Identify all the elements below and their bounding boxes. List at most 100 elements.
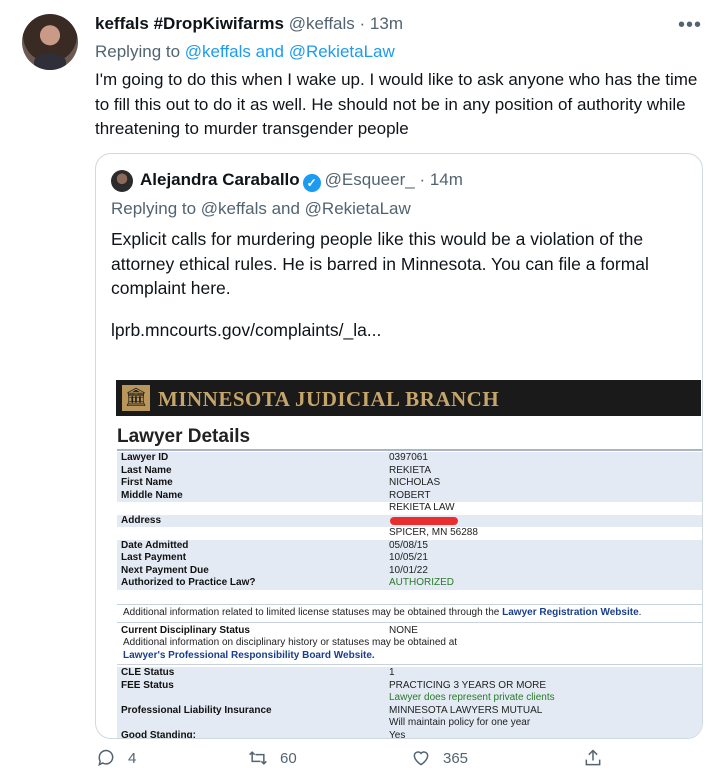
detail-row: First Name NICHOLAS xyxy=(117,477,702,490)
divider xyxy=(117,664,702,665)
detail-value: ROBERT xyxy=(389,489,431,501)
authorized-label: Authorized to Practice Law? xyxy=(121,577,256,588)
lawyer-details-table: Lawyer ID 0397061 Last Name REKIETA First … xyxy=(117,452,702,739)
banner-title: MINNESOTA JUDICIAL BRANCH xyxy=(158,387,500,411)
insurance-label: Professional Liability Insurance xyxy=(121,704,272,716)
detail-label: Last Payment xyxy=(121,552,187,563)
tweet-actions: 4 60 365 xyxy=(0,748,723,772)
replying-users-link[interactable]: @keffals and @RekietaLaw xyxy=(185,42,395,61)
detail-row: Last Payment 10/05/21 xyxy=(117,552,702,565)
license-note: Additional information related to limite… xyxy=(117,607,702,620)
reply-count: 4 xyxy=(128,749,137,767)
address-line3: SPICER, MN 56288 xyxy=(389,527,478,538)
insurance-value: MINNESOTA LAWYERS MUTUAL xyxy=(389,704,543,716)
cle-label: CLE Status xyxy=(121,667,175,678)
detail-value: 05/08/15 xyxy=(389,539,428,551)
detail-row: Current Disciplinary Status NONE xyxy=(117,625,702,638)
detail-row: Lawyer ID 0397061 xyxy=(117,452,702,465)
attached-image[interactable]: 🏛 MINNESOTA JUDICIAL BRANCH Lawyer Detai… xyxy=(112,376,702,738)
reply-button[interactable]: 4 xyxy=(96,748,136,768)
tweet-time[interactable]: 13m xyxy=(370,14,403,33)
insurance-note: Will maintain policy for one year xyxy=(389,717,531,728)
retweet-icon xyxy=(249,751,267,765)
quoted-tweet[interactable]: Alejandra Caraballo ✓ @Esqueer_ · 14m Repl… xyxy=(95,153,703,739)
detail-row: FEE Status PRACTICING 3 YEARS OR MORE xyxy=(117,679,702,692)
detail-row: Authorized to Practice Law? AUTHORIZED xyxy=(117,577,702,590)
like-count: 365 xyxy=(443,749,469,767)
retweet-count: 60 xyxy=(280,749,297,767)
address-line: SPICER, MN 56288 xyxy=(117,527,702,540)
detail-value: 10/05/21 xyxy=(389,552,428,563)
quoted-tweet-header: Alejandra Caraballo ✓ @Esqueer_ · 14m xyxy=(140,170,463,192)
detail-label: Last Name xyxy=(121,464,172,476)
detail-row: CLE Status 1 xyxy=(117,667,702,680)
reply-icon xyxy=(98,749,114,767)
detail-value: NICHOLAS xyxy=(389,477,441,488)
fee-value: PRACTICING 3 YEARS OR MORE xyxy=(389,679,547,691)
courthouse-icon: 🏛 xyxy=(122,385,150,411)
quoted-replying-to: Replying to @keffals and @RekietaLaw xyxy=(111,199,411,218)
license-note-suffix: . xyxy=(638,607,642,618)
tweet-header: keffals #DropKiwifarms @keffals · 13m xyxy=(95,14,403,34)
quoted-display-name[interactable]: Alejandra Caraballo xyxy=(140,170,300,189)
detail-row: Will maintain policy for one year xyxy=(117,717,702,730)
detail-row: Next Payment Due 10/01/22 xyxy=(117,564,702,577)
discipline-value: NONE xyxy=(389,624,418,636)
detail-label: Next Payment Due xyxy=(121,564,209,576)
detail-row: Date Admitted 05/08/15 xyxy=(117,539,702,552)
address-line: REKIETA LAW xyxy=(117,502,702,515)
detail-label: Middle Name xyxy=(121,489,183,501)
cle-value: 1 xyxy=(389,667,395,678)
share-button[interactable] xyxy=(583,748,603,768)
retweet-button[interactable]: 60 xyxy=(248,748,297,768)
author-avatar[interactable] xyxy=(22,14,78,70)
detail-value: REKIETA xyxy=(389,464,432,476)
doc-heading: Lawyer Details xyxy=(117,426,251,447)
discipline-label: Current Disciplinary Status xyxy=(121,624,250,636)
detail-row: Good Standing: Yes xyxy=(117,729,702,739)
detail-row: Last Name REKIETA xyxy=(117,464,702,477)
lawyer-registration-link[interactable]: Lawyer Registration Website xyxy=(502,607,639,618)
detail-value: 10/01/22 xyxy=(389,564,428,576)
author-handle[interactable]: @keffals xyxy=(289,14,355,33)
private-clients-note: Lawyer does represent private clients xyxy=(389,692,555,703)
divider xyxy=(117,621,702,623)
detail-label: Lawyer ID xyxy=(121,452,169,463)
heart-icon xyxy=(413,751,429,766)
tweet-text: I'm going to do this when I wake up. I w… xyxy=(95,70,698,138)
detail-row: Professional Liability Insurance MINNESOT… xyxy=(117,704,702,717)
detail-label: First Name xyxy=(121,477,173,488)
lprb-website-link[interactable]: Lawyer's Professional Responsibility Boa… xyxy=(123,650,375,661)
judicial-banner: 🏛 MINNESOTA JUDICIAL BRANCH xyxy=(116,380,701,416)
dot-separator: · xyxy=(359,14,366,33)
quoted-tweet-text: Explicit calls for murdering people like… xyxy=(111,229,649,298)
detail-row: Middle Name ROBERT xyxy=(117,489,702,502)
quoted-author-avatar[interactable] xyxy=(111,170,133,192)
ellipsis-icon[interactable]: ••• xyxy=(678,14,702,37)
spacer-row xyxy=(117,590,702,603)
quoted-time: 14m xyxy=(429,170,463,189)
fee-label: FEE Status xyxy=(121,679,174,691)
replying-to: Replying to @keffals and @RekietaLaw xyxy=(95,42,395,62)
divider xyxy=(117,604,702,605)
standing-label: Good Standing: xyxy=(121,729,196,739)
author-display-name[interactable]: keffals #DropKiwifarms xyxy=(95,14,284,33)
address-label: Address xyxy=(121,514,162,526)
discipline-note: Additional information on disciplinary h… xyxy=(123,637,458,648)
address-line1: REKIETA LAW xyxy=(389,502,455,513)
detail-row: Lawyer does represent private clients xyxy=(117,692,702,705)
quoted-link[interactable]: lprb.mncourts.gov/complaints/_la... xyxy=(111,320,381,341)
detail-value: 0397061 xyxy=(389,452,428,463)
redaction-mark xyxy=(390,516,458,525)
authorized-value: AUTHORIZED xyxy=(389,577,454,588)
replying-prefix: Replying to xyxy=(95,42,181,61)
quoted-dot-separator: · xyxy=(419,170,426,189)
quoted-handle[interactable]: @Esqueer_ xyxy=(325,170,415,189)
like-button[interactable]: 365 xyxy=(411,748,468,768)
share-icon xyxy=(585,749,601,766)
license-note-text: Additional information related to limite… xyxy=(123,607,503,618)
detail-label: Date Admitted xyxy=(121,539,189,551)
standing-value: Yes xyxy=(389,729,406,739)
address-row: Address xyxy=(117,514,702,527)
divider xyxy=(117,449,702,451)
